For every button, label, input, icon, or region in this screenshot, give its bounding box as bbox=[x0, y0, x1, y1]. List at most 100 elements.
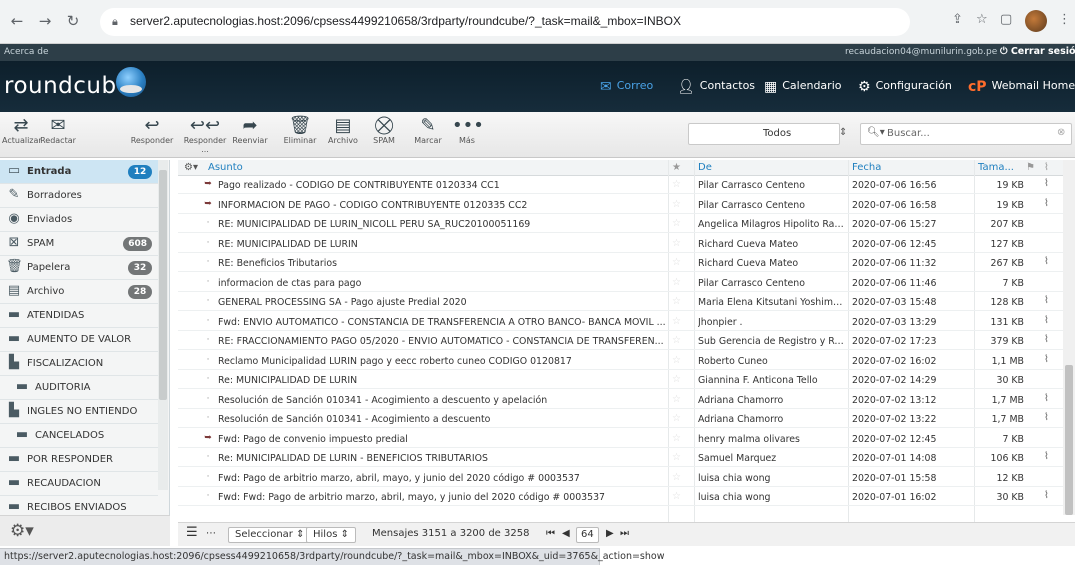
prev-page-icon[interactable]: ◀ bbox=[562, 528, 570, 539]
flag-star-icon[interactable]: ☆ bbox=[672, 316, 681, 327]
folder-por-responder[interactable]: ▬ POR RESPONDER bbox=[0, 448, 158, 472]
filter-select[interactable]: Todos bbox=[688, 123, 840, 145]
profile-avatar[interactable] bbox=[1025, 10, 1047, 32]
message-row[interactable]: ➥ Pago realizado - CODIGO DE CONTRIBUYENT… bbox=[178, 177, 1075, 195]
folder-papelera[interactable]: 🗑︎ Papelera 32 bbox=[0, 256, 158, 280]
folder-cancelados[interactable]: ▬ CANCELADOS bbox=[0, 424, 158, 448]
tab-icon[interactable]: ▢ bbox=[1000, 12, 1012, 27]
delete-button[interactable]: 🗑︎ Eliminar bbox=[282, 112, 318, 158]
flag-star-icon[interactable]: ☆ bbox=[672, 238, 681, 249]
flag-star-icon[interactable]: ☆ bbox=[672, 277, 681, 288]
message-row[interactable]: · RE: FRACCIONAMIENTO PAGO 05/2020 - ENVI… bbox=[178, 333, 1075, 351]
folder-borradores[interactable]: ✎ Borradores bbox=[0, 184, 158, 208]
flag-star-icon[interactable]: ☆ bbox=[672, 413, 681, 424]
col-flag-star-icon[interactable]: ★ bbox=[672, 162, 681, 173]
search-icon[interactable]: 🔍︎▾ bbox=[867, 127, 885, 138]
message-row[interactable]: · Re: MUNICIPALIDAD DE LURIN ☆ Giannina F. … bbox=[178, 372, 1075, 390]
reply-all-button[interactable]: ↩↩ Responder ... bbox=[180, 112, 230, 158]
message-row[interactable]: ➥ INFORMACION DE PAGO - CODIGO CONTRIBUYE… bbox=[178, 197, 1075, 214]
message-row[interactable]: · RE: MUNICIPALIDAD DE LURIN ☆ Richard Cuev… bbox=[178, 236, 1075, 253]
message-row[interactable]: · Fwd: Fwd: Pago de arbitrio marzo, abril… bbox=[178, 489, 1075, 507]
star-icon[interactable]: ☆ bbox=[976, 12, 988, 27]
search-input[interactable]: ⇕ 🔍︎▾ Buscar... ⊗ bbox=[839, 123, 1072, 145]
reload-icon[interactable]: ↻ bbox=[64, 12, 82, 30]
nav-mail[interactable]: ✉ Correo bbox=[600, 79, 653, 95]
folder-settings-gear-icon[interactable]: ⚙▾ bbox=[10, 521, 34, 541]
flag-star-icon[interactable]: ☆ bbox=[672, 491, 681, 502]
message-row[interactable]: · Resolución de Sanción 010341 - Acogimie… bbox=[178, 392, 1075, 409]
flag-star-icon[interactable]: ☆ bbox=[672, 179, 681, 190]
back-icon[interactable]: ← bbox=[8, 12, 26, 30]
folder-fiscalizacion[interactable]: ▙ FISCALIZACION bbox=[0, 352, 158, 376]
flag-star-icon[interactable]: ☆ bbox=[672, 472, 681, 483]
folder-enviados[interactable]: ◉ Enviados bbox=[0, 208, 158, 232]
message-row[interactable]: · Fwd: Pago de arbitrio marzo, abril, may… bbox=[178, 470, 1075, 487]
col-from[interactable]: De bbox=[698, 162, 712, 173]
nav-webmail-home[interactable]: cP Webmail Home bbox=[968, 79, 1075, 95]
flag-star-icon[interactable]: ☆ bbox=[672, 218, 681, 229]
select-button[interactable]: Seleccionar ⇕ bbox=[228, 527, 312, 543]
logo[interactable]: roundcube bbox=[4, 73, 131, 99]
threads-toggle-icon[interactable]: ⋯ bbox=[206, 528, 216, 539]
more-button[interactable]: ••• Más bbox=[452, 112, 484, 158]
message-row[interactable]: · Re: MUNICIPALIDAD DE LURIN - BENEFICIOS… bbox=[178, 450, 1075, 468]
flag-star-icon[interactable]: ☆ bbox=[672, 433, 681, 444]
archive-button[interactable]: ▤ Archivo bbox=[323, 112, 363, 158]
last-page-icon[interactable]: ⏭ bbox=[620, 528, 629, 539]
mark-button[interactable]: ✎ Marcar bbox=[410, 112, 446, 158]
col-subject[interactable]: Asunto bbox=[208, 162, 243, 173]
refresh-button[interactable]: ⇄ Actualizar bbox=[2, 112, 42, 158]
flag-star-icon[interactable]: ☆ bbox=[672, 394, 681, 405]
about-link[interactable]: Acerca de bbox=[4, 47, 49, 57]
address-bar[interactable]: 🔒︎ server2.aputecnologias.host:2096/cpse… bbox=[100, 8, 910, 36]
folder-recaudacion[interactable]: ▬ RECAUDACION bbox=[0, 472, 158, 496]
list-scrollbar[interactable] bbox=[1063, 160, 1075, 515]
list-options-icon[interactable]: ⚙▾ bbox=[184, 162, 198, 173]
folder-ingles-no-entiendo[interactable]: ▙ INGLES NO ENTIENDO bbox=[0, 400, 158, 424]
flag-star-icon[interactable]: ☆ bbox=[672, 452, 681, 463]
filter-arrows-icon[interactable]: ⇕ bbox=[839, 127, 847, 138]
forward-icon[interactable]: → bbox=[36, 12, 54, 30]
threads-button[interactable]: Hilos ⇕ bbox=[306, 527, 356, 543]
message-row[interactable]: · RE: MUNICIPALIDAD DE LURIN_NICOLL PERU … bbox=[178, 216, 1075, 234]
nav-settings[interactable]: ⚙ Configuración bbox=[858, 79, 952, 95]
folder-spam[interactable]: ⊠ SPAM 608 bbox=[0, 232, 158, 256]
flag-star-icon[interactable]: ☆ bbox=[672, 296, 681, 307]
message-row[interactable]: · Reclamo Municipalidad LURIN pago y eecc… bbox=[178, 353, 1075, 370]
folder-auditoria[interactable]: ▬ AUDITORIA bbox=[0, 376, 158, 400]
next-page-icon[interactable]: ▶ bbox=[606, 528, 614, 539]
flag-star-icon[interactable]: ☆ bbox=[672, 335, 681, 346]
folder-archivo[interactable]: ▤ Archivo 28 bbox=[0, 280, 158, 304]
nav-contacts[interactable]: 👤︎ Contactos bbox=[677, 79, 755, 95]
forward-button[interactable]: ➦ Reenviar bbox=[230, 112, 270, 158]
clear-search-icon[interactable]: ⊗ bbox=[1057, 127, 1065, 138]
col-attachment-icon[interactable]: ⌇ bbox=[1044, 162, 1049, 173]
folder-entrada[interactable]: ▭ Entrada 12 bbox=[0, 160, 158, 184]
col-flag-icon[interactable]: ⚑ bbox=[1026, 162, 1035, 173]
first-page-icon[interactable]: ⏮ bbox=[546, 528, 555, 539]
spam-button[interactable]: ⛒ SPAM bbox=[368, 112, 400, 158]
message-row[interactable]: · RE: Beneficios Tributarios ☆ Richard Cuev… bbox=[178, 255, 1075, 273]
col-date[interactable]: Fecha bbox=[852, 162, 881, 173]
folder-atendidas[interactable]: ▬ ATENDIDAS bbox=[0, 304, 158, 328]
share-icon[interactable]: ⇪ bbox=[952, 12, 963, 27]
flag-star-icon[interactable]: ☆ bbox=[672, 199, 681, 210]
message-row[interactable]: · GENERAL PROCESSING SA - Pago ajuste Pre… bbox=[178, 294, 1075, 312]
folder-aumento-de-valor[interactable]: ▬ AUMENTO DE VALOR bbox=[0, 328, 158, 352]
page-input[interactable]: 64 bbox=[576, 527, 599, 543]
flag-star-icon[interactable]: ☆ bbox=[672, 374, 681, 385]
list-layout-icon[interactable]: ☰ bbox=[186, 525, 198, 540]
message-row[interactable]: · Resolución de Sanción 010341 - Acogimie… bbox=[178, 411, 1075, 429]
message-row[interactable]: ➥ Fwd: Pago de convenio impuesto predial ☆… bbox=[178, 431, 1075, 448]
compose-button[interactable]: ✉ Redactar bbox=[40, 112, 76, 158]
sidebar-scrollbar[interactable] bbox=[158, 160, 168, 490]
logout-link[interactable]: ⏻ Cerrar sesión bbox=[1000, 46, 1075, 57]
message-row[interactable]: · Fwd: ENVIO AUTOMATICO - CONSTANCIA DE T… bbox=[178, 314, 1075, 331]
nav-calendar[interactable]: ▦ Calendario bbox=[764, 79, 841, 95]
menu-icon[interactable]: ⋮ bbox=[1058, 12, 1071, 27]
message-row[interactable]: · informacion de ctas para pago ☆ Pilar Car… bbox=[178, 275, 1075, 292]
col-size[interactable]: Tama... bbox=[978, 162, 1014, 173]
reply-button[interactable]: ↩ Responder bbox=[126, 112, 178, 158]
flag-star-icon[interactable]: ☆ bbox=[672, 355, 681, 366]
flag-star-icon[interactable]: ☆ bbox=[672, 257, 681, 268]
